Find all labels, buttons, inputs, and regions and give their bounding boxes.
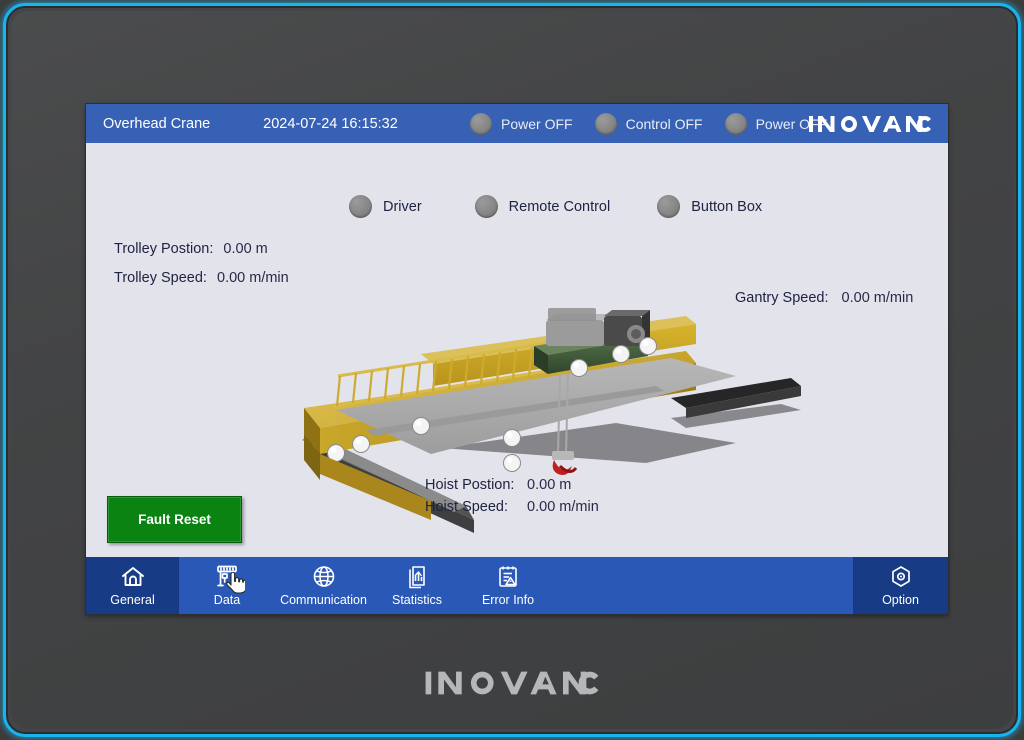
status-lamp-icon xyxy=(475,195,498,218)
control-source-remote-control: Remote Control xyxy=(475,195,611,218)
nav-item-label: Option xyxy=(882,594,919,607)
nav-item-label: Statistics xyxy=(392,594,442,607)
status-lamp-icon xyxy=(725,113,747,135)
nav-item-option[interactable]: Option xyxy=(853,557,948,614)
control-source-button-box: Button Box xyxy=(657,195,762,218)
brand-logo-header xyxy=(808,112,932,136)
header-indicator-label: Control OFF xyxy=(626,116,703,132)
readout-label: Trolley Speed: xyxy=(114,270,207,286)
readout-hoist-position: Hoist Postion: 0.00 m xyxy=(425,477,571,493)
status-lamp-icon xyxy=(349,195,372,218)
device-bezel: Overhead Crane 2024-07-24 16:15:32 Power… xyxy=(3,3,1021,737)
readout-label: Trolley Postion: xyxy=(114,241,213,257)
main-content: Driver Remote Control Button Box xyxy=(86,143,948,572)
status-lamp-icon xyxy=(657,195,680,218)
readout-label: Gantry Speed: xyxy=(735,290,829,306)
readout-value: 0.00 m/min xyxy=(527,499,599,515)
readout-gantry-speed: Gantry Speed: 0.00 m/min xyxy=(735,290,913,306)
mouse-cursor-icon xyxy=(225,572,245,594)
error-clipboard-icon xyxy=(494,564,522,590)
control-source-label: Button Box xyxy=(691,199,762,215)
nav-spacer xyxy=(554,557,853,614)
hmi-screen: Overhead Crane 2024-07-24 16:15:32 Power… xyxy=(86,104,948,614)
nav-item-label: Communication xyxy=(280,594,367,607)
nav-item-label: General xyxy=(110,594,154,607)
readout-hoist-speed: Hoist Speed: 0.00 m/min xyxy=(425,499,599,515)
home-icon xyxy=(119,564,147,590)
hex-gear-icon xyxy=(887,564,915,590)
title-bar: Overhead Crane 2024-07-24 16:15:32 Power… xyxy=(86,104,948,143)
status-lamp-icon xyxy=(470,113,492,135)
fault-reset-label: Fault Reset xyxy=(138,512,211,527)
brand-logo-footer xyxy=(11,666,1013,700)
nav-item-label: Data xyxy=(214,594,240,607)
inovance-wordmark-icon xyxy=(808,112,932,136)
navigation-bar: General xyxy=(86,557,948,614)
header-indicator-control: Control OFF xyxy=(595,113,703,135)
header-indicator-label: Power OFF xyxy=(501,116,573,132)
globe-icon xyxy=(310,564,338,590)
control-source-driver: Driver xyxy=(349,195,422,218)
control-source-label: Remote Control xyxy=(509,199,611,215)
readout-value: 0.00 m/min xyxy=(217,270,289,286)
control-source-label: Driver xyxy=(383,199,422,215)
status-lamp-icon xyxy=(595,113,617,135)
page-title: Overhead Crane xyxy=(103,116,243,132)
nav-item-communication[interactable]: Communication xyxy=(275,557,372,614)
header-indicator-power-1: Power OFF xyxy=(470,113,573,135)
readout-value: 0.00 m/min xyxy=(842,290,914,306)
fault-reset-button[interactable]: Fault Reset xyxy=(107,496,242,543)
datetime-display: 2024-07-24 16:15:32 xyxy=(243,116,418,132)
readout-value: 0.00 m xyxy=(527,477,571,493)
readout-trolley-speed: Trolley Speed: 0.00 m/min xyxy=(114,270,289,286)
nav-item-data[interactable]: Data xyxy=(179,557,275,614)
chart-doc-icon xyxy=(403,564,431,590)
readout-label: Hoist Postion: xyxy=(425,477,523,493)
readout-value: 0.00 m xyxy=(223,241,267,257)
nav-item-error-info[interactable]: Error Info xyxy=(462,557,554,614)
inovance-wordmark-icon xyxy=(422,666,602,700)
device-body: Overhead Crane 2024-07-24 16:15:32 Power… xyxy=(11,11,1013,729)
nav-item-label: Error Info xyxy=(482,594,534,607)
crane-icon xyxy=(213,564,241,590)
nav-item-statistics[interactable]: Statistics xyxy=(372,557,462,614)
nav-item-general[interactable]: General xyxy=(86,557,179,614)
readout-trolley-position: Trolley Postion: 0.00 m xyxy=(114,241,268,257)
readout-label: Hoist Speed: xyxy=(425,499,523,515)
